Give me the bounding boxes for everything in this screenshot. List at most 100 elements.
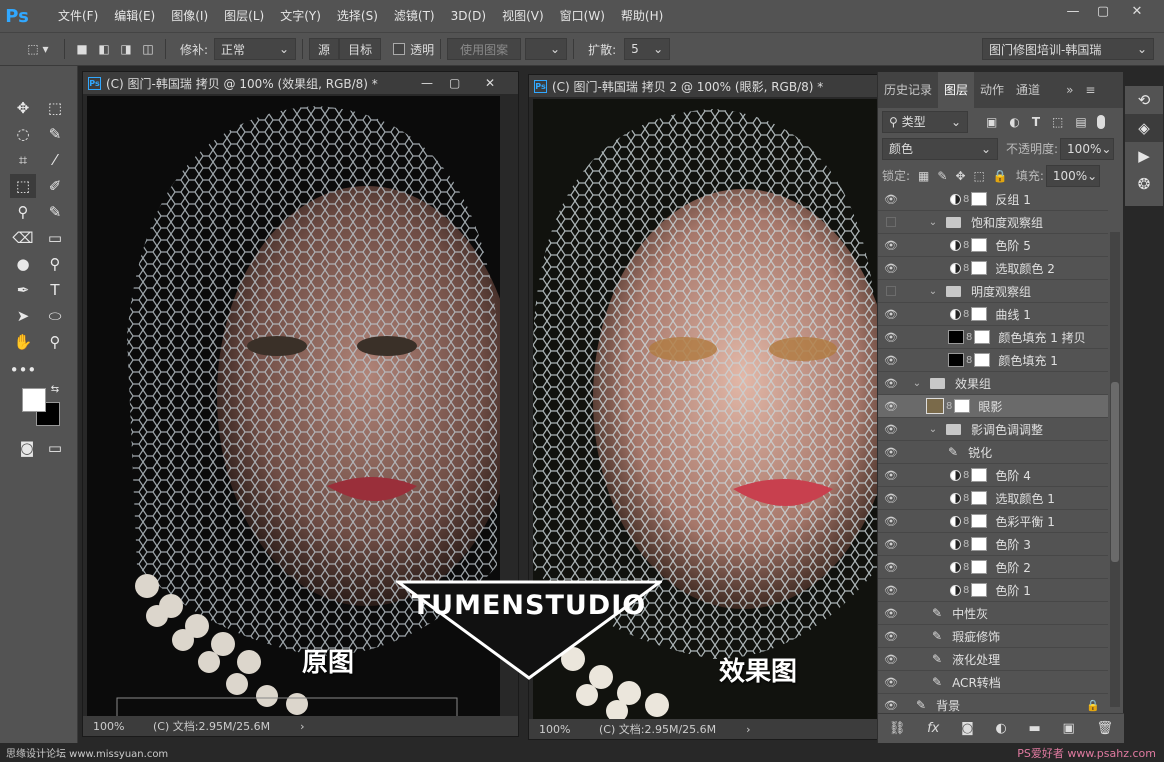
delete-layer-icon[interactable]: 🗑 [1097,721,1114,736]
link-icon[interactable]: 8 [966,332,972,343]
link-icon[interactable]: 8 [963,493,969,504]
status-arrow-icon[interactable]: › [300,720,304,733]
layer-mask-thumbnail[interactable] [974,330,991,344]
eraser-tool-icon[interactable]: ⌫ [10,226,36,250]
visibility-eye-icon[interactable]: 👁 [878,331,904,344]
visibility-eye-icon[interactable]: 👁 [878,630,904,643]
layer-row[interactable]: 👁 ✎ 中性灰 [878,602,1108,625]
filter-adjust-icon[interactable]: ◐ [1009,115,1019,129]
visibility-eye-icon[interactable]: 👁 [878,469,904,482]
filter-smart-icon[interactable]: ▤ [1075,115,1086,129]
layer-mask-thumbnail[interactable] [971,514,988,528]
add-selection-icon[interactable]: ◧ [93,38,115,60]
visibility-off-icon[interactable] [878,217,904,227]
source-button[interactable]: 源 [309,38,340,60]
layer-name[interactable]: 曲线 1 [995,306,1030,323]
new-adjustment-icon[interactable]: ◐ [995,721,1006,736]
document-tab[interactable]: Ps (C) 图门-韩国瑞 拷贝 @ 100% (效果组, RGB/8) * —… [83,72,518,94]
visibility-eye-icon[interactable]: 👁 [878,561,904,574]
layer-name[interactable]: 色阶 4 [995,467,1030,484]
lock-artboard-icon[interactable]: ⬚ [974,169,985,183]
layer-name[interactable]: ACR转档 [952,674,1001,691]
intersect-selection-icon[interactable]: ◫ [137,38,159,60]
stamp-tool-icon[interactable]: ⚲ [10,200,36,224]
layer-mask-thumbnail[interactable] [971,238,988,252]
layer-row[interactable]: 👁 8 颜色填充 1 [878,349,1108,372]
new-group-icon[interactable]: ▬ [1029,721,1041,736]
link-icon[interactable]: 8 [963,562,969,573]
menu-item-1[interactable]: 编辑(E) [106,0,163,32]
doc-maximize-icon[interactable]: ▢ [449,76,460,90]
tab-history[interactable]: 历史记录 [878,72,938,108]
target-button[interactable]: 目标 [339,38,382,60]
layer-name[interactable]: 效果组 [955,375,991,392]
layer-row[interactable]: 👁 8 颜色填充 1 拷贝 [878,326,1108,349]
history-brush-icon[interactable]: ✎ [42,200,68,224]
layer-mask-thumbnail[interactable] [971,583,988,597]
layer-mask-thumbnail[interactable] [971,192,988,206]
link-icon[interactable]: 8 [963,585,969,596]
visibility-eye-icon[interactable]: 👁 [878,607,904,620]
more-tools-icon[interactable]: ••• [10,358,37,382]
marquee-tool-icon[interactable]: ⬚ [42,96,68,120]
layer-row[interactable]: 👁 8 选取颜色 2 [878,257,1108,280]
doc-close-icon[interactable]: ✕ [485,76,495,90]
lock-pixels-icon[interactable]: ✎ [937,169,947,183]
layer-name[interactable]: 反组 1 [995,191,1030,208]
fill-thumbnail[interactable] [948,353,964,367]
layer-name[interactable]: 中性灰 [952,605,988,622]
menu-item-0[interactable]: 文件(F) [50,0,106,32]
lock-transparent-icon[interactable]: ▦ [918,169,929,183]
blur-tool-icon[interactable]: ● [10,252,36,276]
quick-mask-icon[interactable]: ◙ [14,436,40,460]
workspace-select[interactable]: 图门修图培训-韩国瑞 ⌄ [982,38,1154,60]
zoom-tool-icon[interactable]: ⚲ [42,330,68,354]
layer-row[interactable]: 👁 8 反组 1 [878,188,1108,211]
visibility-eye-icon[interactable]: 👁 [878,377,904,390]
menu-item-4[interactable]: 文字(Y) [272,0,329,32]
layer-name[interactable]: 色阶 3 [995,536,1030,553]
visibility-eye-icon[interactable]: 👁 [878,193,904,206]
link-icon[interactable]: 8 [966,355,972,366]
close-icon[interactable]: ✕ [1120,0,1154,22]
layer-name[interactable]: 背景 [936,697,960,714]
visibility-eye-icon[interactable]: 👁 [878,492,904,505]
visibility-eye-icon[interactable]: 👁 [878,400,904,413]
layer-row[interactable]: ⌄ 明度观察组 [878,280,1108,303]
pen-tool-icon[interactable]: ✒ [10,278,36,302]
visibility-eye-icon[interactable]: 👁 [878,653,904,666]
layer-mask-thumbnail[interactable] [971,537,988,551]
layer-name[interactable]: 色阶 1 [995,582,1030,599]
visibility-eye-icon[interactable]: 👁 [878,538,904,551]
new-layer-icon[interactable]: ▣ [1063,721,1075,736]
type-tool-icon[interactable]: T [42,278,68,302]
status-arrow-icon[interactable]: › [746,723,750,736]
layer-name[interactable]: 色阶 2 [995,559,1030,576]
link-icon[interactable]: 8 [963,470,969,481]
lock-all-icon[interactable]: 🔒 [993,169,1008,183]
layer-row[interactable]: 👁 8 选取颜色 1 [878,487,1108,510]
layer-name[interactable]: 影调色调调整 [971,421,1043,438]
layers-scrollbar[interactable] [1110,232,1120,707]
menu-item-7[interactable]: 3D(D) [443,0,494,32]
quick-select-tool-icon[interactable]: ✎ [42,122,68,146]
minimize-icon[interactable]: — [1056,0,1090,22]
transparent-checkbox[interactable] [393,43,406,55]
layer-name[interactable]: 锐化 [968,444,992,461]
visibility-off-icon[interactable] [878,286,904,296]
visibility-eye-icon[interactable]: 👁 [878,446,904,459]
panel-menu-icon[interactable]: ≡ [1079,72,1101,108]
new-selection-icon[interactable]: ■ [71,38,93,60]
layer-name[interactable]: 眼影 [978,398,1002,415]
filter-shape-icon[interactable]: ⬚ [1052,115,1063,129]
layer-row[interactable]: 👁 8 色阶 3 [878,533,1108,556]
layer-row[interactable]: 👁 ⌄ 影调色调调整 [878,418,1108,441]
layer-row[interactable]: 👁 8 色阶 2 [878,556,1108,579]
layer-row[interactable]: 👁 ✎ ACR转档 [878,671,1108,694]
hand-tool-icon[interactable]: ✋ [10,330,36,354]
menu-item-2[interactable]: 图像(I) [163,0,216,32]
zoom-level[interactable]: 100% [529,723,599,736]
layer-name[interactable]: 色彩平衡 1 [995,513,1054,530]
lasso-tool-icon[interactable]: ◌ [10,122,36,146]
layer-row[interactable]: ⌄ 饱和度观察组 [878,211,1108,234]
